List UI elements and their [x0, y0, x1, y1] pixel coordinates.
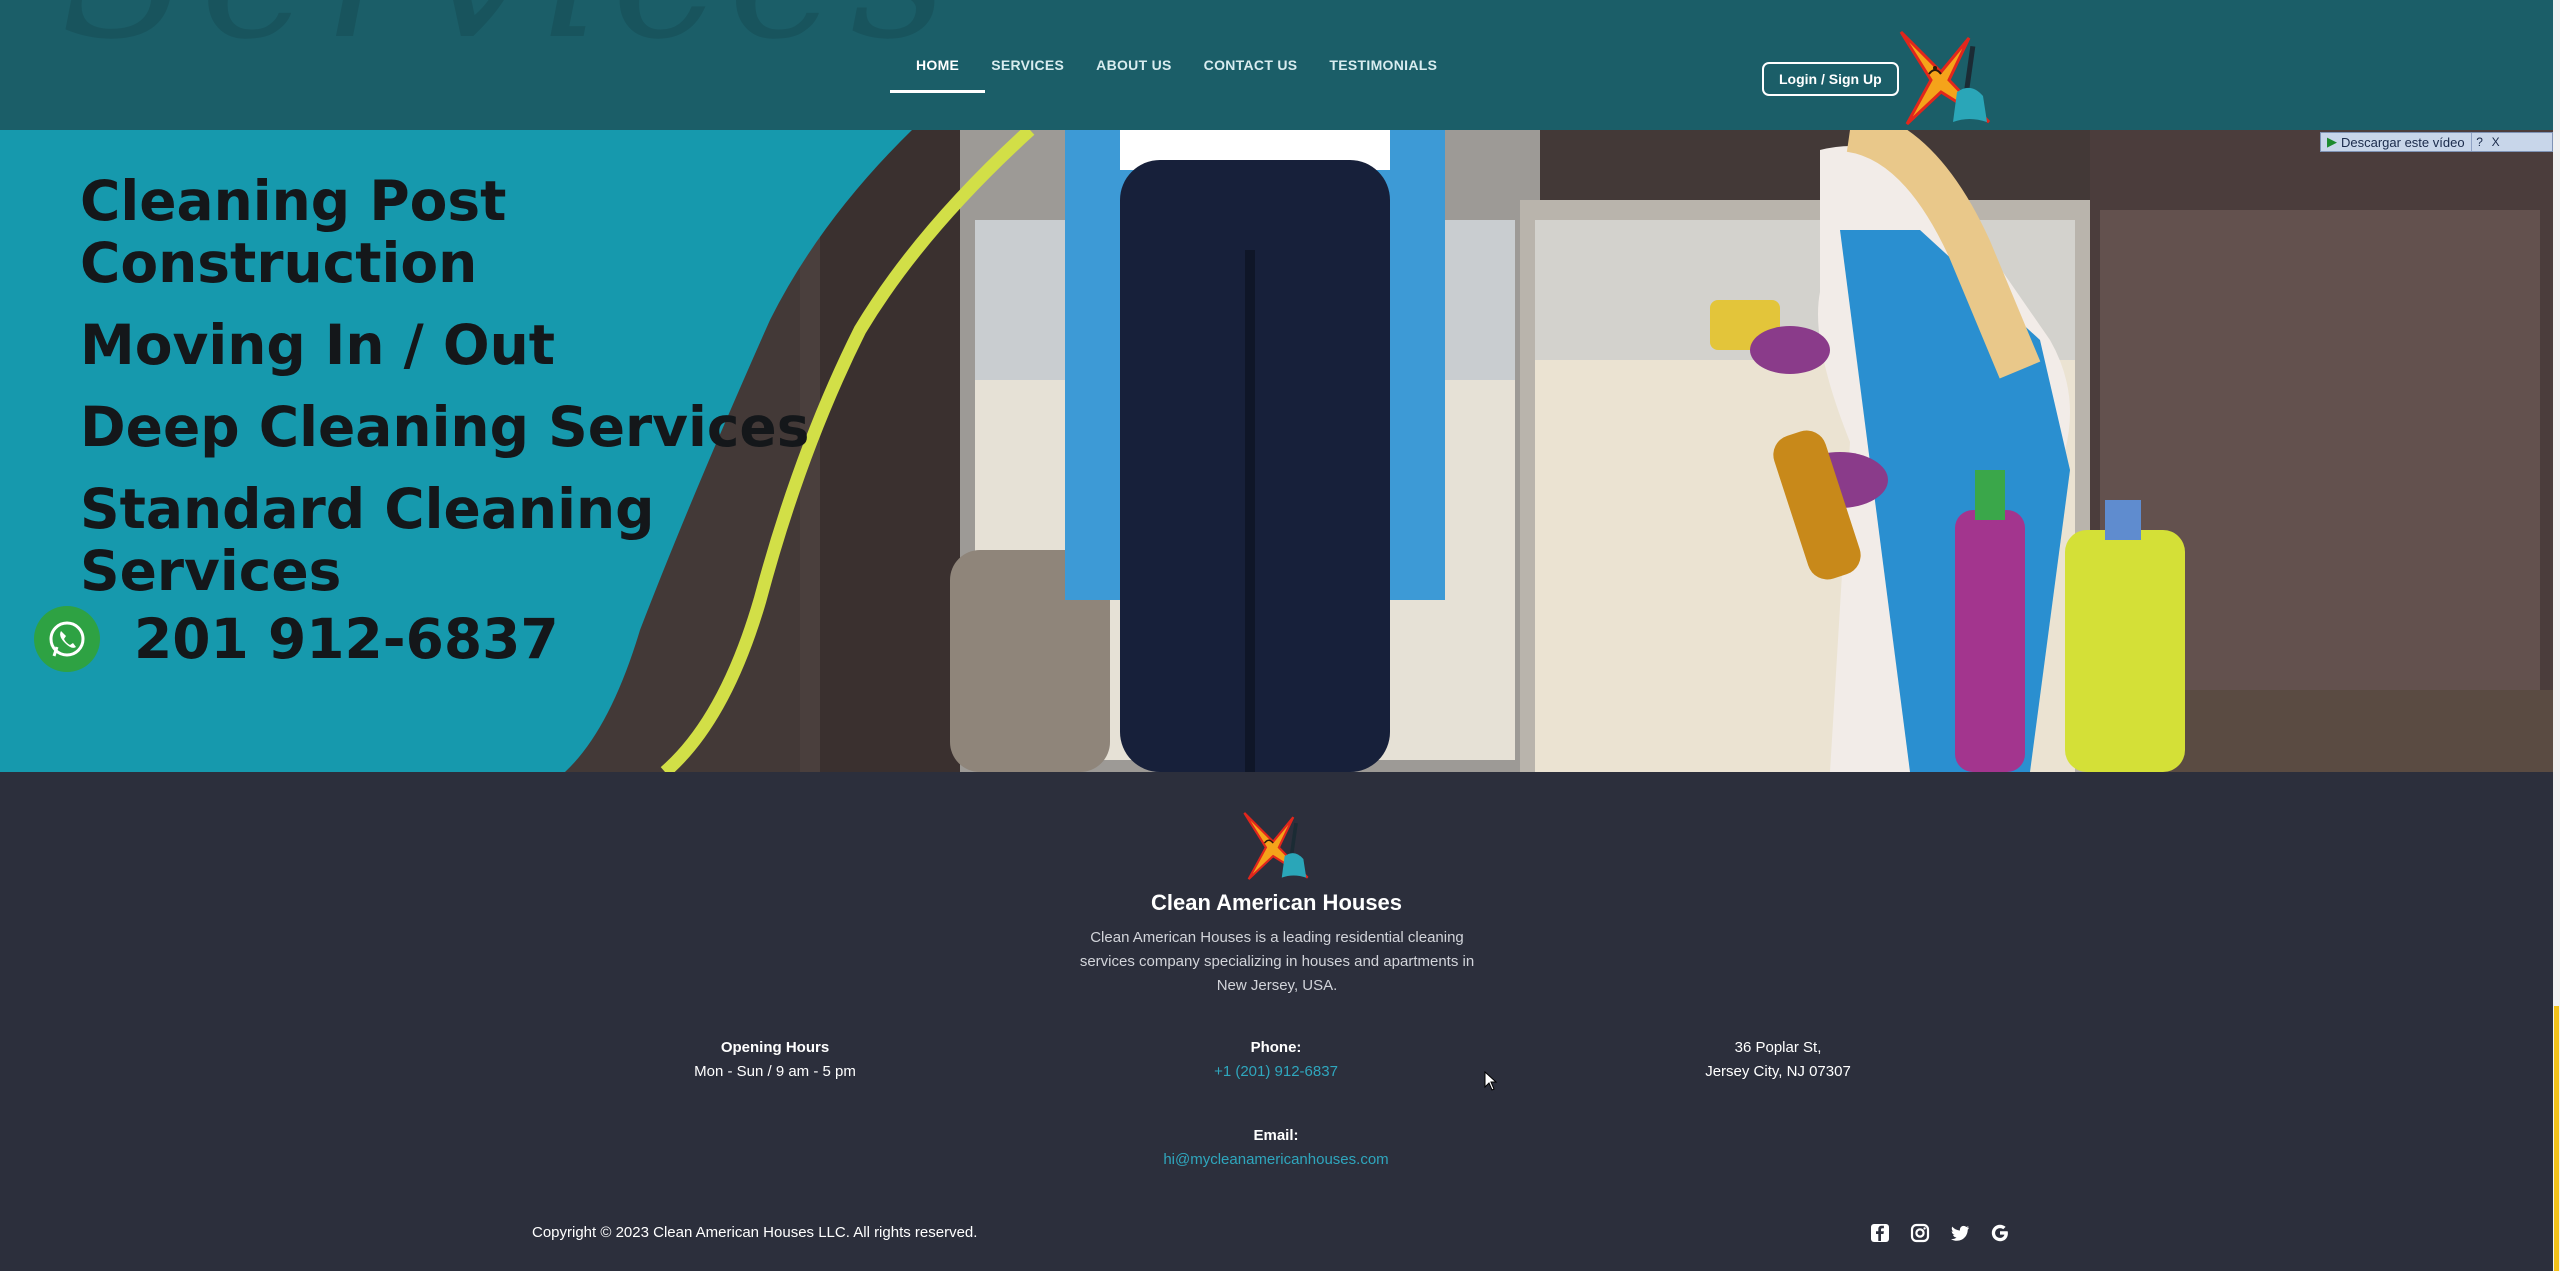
- opening-hours-value: Mon - Sun / 9 am - 5 pm: [694, 1063, 856, 1080]
- nav-testimonials[interactable]: TESTIMONIALS: [1329, 31, 1437, 99]
- mouse-cursor-icon: [1484, 1070, 1498, 1096]
- footer-description: Clean American Houses is a leading resid…: [1079, 929, 1475, 994]
- site-footer: Clean American Houses Clean American Hou…: [0, 772, 2553, 1271]
- hero-line-post-construction: Cleaning Post Construction: [80, 169, 507, 295]
- nav-about-us[interactable]: ABOUT US: [1096, 31, 1172, 99]
- brand-logo-icon[interactable]: [1895, 28, 1995, 128]
- email-info: Email: hi@mycleanamericanhouses.com: [1076, 1124, 1476, 1172]
- page-scrollbar[interactable]: [2553, 0, 2560, 1271]
- email-label: Email:: [1253, 1127, 1299, 1144]
- video-download-bar: ▶ Descargar este vídeo ? X: [2320, 132, 2553, 152]
- facebook-icon[interactable]: [1870, 1223, 1890, 1243]
- copyright-text: Copyright © 2023 Clean American Houses L…: [532, 1224, 978, 1241]
- address-line-1: 36 Poplar St,: [1734, 1039, 1822, 1056]
- hero-line-deep-cleaning: Deep Cleaning Services: [80, 395, 810, 459]
- google-icon[interactable]: [1990, 1223, 2010, 1243]
- download-video-button[interactable]: ▶ Descargar este vídeo: [2321, 133, 2472, 151]
- close-icon[interactable]: X: [2488, 135, 2504, 149]
- hero-banner: Cleaning Post Construction Moving In / O…: [0, 130, 2553, 772]
- phone-info: Phone: +1 (201) 912-6837: [1136, 1036, 1416, 1084]
- address-line-2: Jersey City, NJ 07307: [1705, 1063, 1851, 1080]
- address-info: 36 Poplar St, Jersey City, NJ 07307: [1638, 1036, 1918, 1084]
- hero-phone-number[interactable]: 201 912-6837: [134, 607, 559, 671]
- site-header: Services HOME SERVICES ABOUT US CONTACT …: [0, 0, 2560, 130]
- login-signup-button[interactable]: Login / Sign Up: [1762, 62, 1899, 96]
- help-icon[interactable]: ?: [2472, 135, 2488, 149]
- opening-hours-label: Opening Hours: [720, 1039, 830, 1056]
- twitter-icon[interactable]: [1950, 1223, 1970, 1243]
- main-nav: HOME SERVICES ABOUT US CONTACT US TESTIM…: [889, 0, 1453, 130]
- play-icon: ▶: [2327, 134, 2337, 149]
- footer-logo-icon: [1240, 810, 1312, 882]
- opening-hours: Opening Hours Mon - Sun / 9 am - 5 pm: [640, 1036, 910, 1084]
- nav-contact-us[interactable]: CONTACT US: [1204, 31, 1298, 99]
- email-link[interactable]: hi@mycleanamericanhouses.com: [1163, 1151, 1388, 1168]
- scrollbar-thumb[interactable]: [2554, 1006, 2559, 1271]
- social-links: [1870, 1223, 2030, 1243]
- download-video-label: Descargar este vídeo: [2341, 134, 2465, 150]
- hero-line-moving: Moving In / Out: [80, 313, 556, 377]
- footer-brand-name: Clean American Houses: [1150, 890, 1403, 915]
- hero-phone-block: 201 912-6837: [34, 606, 559, 672]
- phone-label: Phone:: [1250, 1039, 1302, 1056]
- hero-line-standard-cleaning: Standard Cleaning Services: [80, 477, 655, 603]
- phone-link[interactable]: +1 (201) 912-6837: [1214, 1063, 1338, 1080]
- nav-home[interactable]: HOME: [889, 31, 986, 99]
- instagram-icon[interactable]: [1910, 1223, 1930, 1243]
- header-ghost-text: Services: [60, 0, 958, 81]
- nav-services[interactable]: SERVICES: [991, 31, 1064, 99]
- whatsapp-icon[interactable]: [34, 606, 100, 672]
- hero-service-list: Cleaning Post Construction Moving In / O…: [80, 170, 840, 622]
